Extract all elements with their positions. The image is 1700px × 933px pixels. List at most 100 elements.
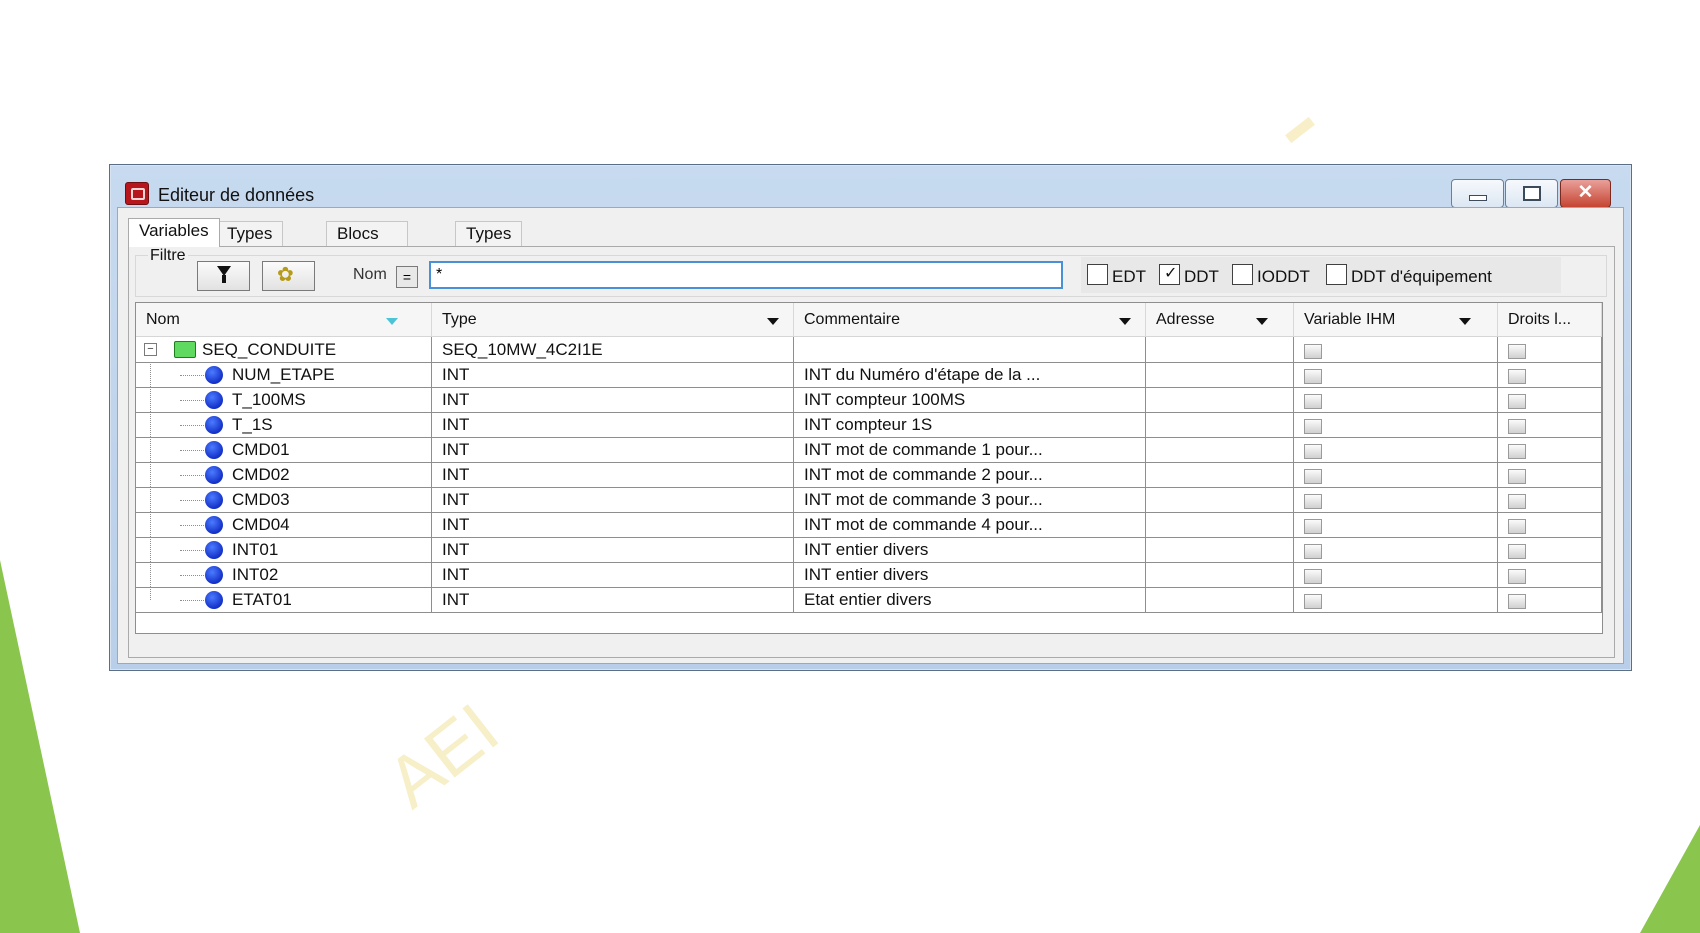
table-row-parent[interactable]: − SEQ_CONDUITE SEQ_10MW_4C2I1E [136, 337, 1602, 363]
ddt-equipement-checkbox[interactable] [1326, 264, 1347, 285]
cell-droits[interactable] [1498, 462, 1602, 487]
maximize-button[interactable] [1505, 179, 1558, 208]
cell-commentaire[interactable]: INT du Numéro d'étape de la ... [794, 362, 1146, 387]
cell-droits[interactable] [1498, 412, 1602, 437]
cell-nom[interactable]: CMD01 [136, 437, 432, 462]
cell-variable-ihm[interactable] [1294, 437, 1498, 462]
cell-variable-ihm[interactable] [1294, 562, 1498, 587]
cell-nom[interactable]: INT01 [136, 537, 432, 562]
cell-commentaire[interactable]: INT compteur 100MS [794, 387, 1146, 412]
cell-nom[interactable]: CMD03 [136, 487, 432, 512]
cell-commentaire[interactable]: INT entier divers [794, 537, 1146, 562]
cell-variable-ihm[interactable] [1294, 362, 1498, 387]
cell-type[interactable]: INT [432, 487, 794, 512]
edt-checkbox[interactable] [1087, 264, 1108, 285]
table-row[interactable]: CMD04 INT INT mot de commande 4 pour... [136, 512, 1602, 538]
cell-type[interactable]: INT [432, 587, 794, 612]
cell-adresse[interactable] [1146, 437, 1294, 462]
cell-commentaire[interactable]: INT mot de commande 3 pour... [794, 487, 1146, 512]
cell-type[interactable]: INT [432, 462, 794, 487]
ihm-checkbox[interactable] [1304, 344, 1322, 359]
cell-droits[interactable] [1498, 437, 1602, 462]
cell-adresse[interactable] [1146, 512, 1294, 537]
droits-checkbox[interactable] [1508, 519, 1526, 534]
column-header-commentaire[interactable]: Commentaire [794, 303, 1146, 336]
table-row[interactable]: ETAT01 INT Etat entier divers [136, 587, 1602, 613]
cell-droits[interactable] [1498, 537, 1602, 562]
dropdown-arrow-icon[interactable] [1256, 318, 1268, 325]
cell-droits[interactable] [1498, 487, 1602, 512]
dropdown-arrow-icon[interactable] [767, 318, 779, 325]
cell-adresse[interactable] [1146, 387, 1294, 412]
cell-type[interactable]: INT [432, 362, 794, 387]
ihm-checkbox[interactable] [1304, 419, 1322, 434]
cell-variable-ihm[interactable] [1294, 512, 1498, 537]
cell-droits[interactable] [1498, 387, 1602, 412]
cell-droits[interactable] [1498, 362, 1602, 387]
cell-type[interactable]: INT [432, 412, 794, 437]
ihm-checkbox[interactable] [1304, 519, 1322, 534]
cell-variable-ihm[interactable] [1294, 387, 1498, 412]
cell-type[interactable]: INT [432, 387, 794, 412]
column-header-variable-ihm[interactable]: Variable IHM [1294, 303, 1498, 336]
cell-commentaire[interactable]: INT mot de commande 2 pour... [794, 462, 1146, 487]
table-row[interactable]: INT01 INT INT entier divers [136, 537, 1602, 563]
cell-droits[interactable] [1498, 587, 1602, 612]
cell-adresse[interactable] [1146, 462, 1294, 487]
cell-variable-ihm[interactable] [1294, 462, 1498, 487]
ihm-checkbox[interactable] [1304, 544, 1322, 559]
cell-nom[interactable]: NUM_ETAPE [136, 362, 432, 387]
table-row[interactable]: T_1S INT INT compteur 1S [136, 412, 1602, 438]
cell-type[interactable]: SEQ_10MW_4C2I1E [432, 337, 794, 362]
cell-nom[interactable]: T_1S [136, 412, 432, 437]
droits-checkbox[interactable] [1508, 569, 1526, 584]
cell-nom[interactable]: CMD04 [136, 512, 432, 537]
collapse-toggle-icon[interactable]: − [144, 343, 157, 356]
ihm-checkbox[interactable] [1304, 469, 1322, 484]
column-header-droits[interactable]: Droits l... [1498, 303, 1602, 336]
droits-checkbox[interactable] [1508, 494, 1526, 509]
ioddt-checkbox[interactable] [1232, 264, 1253, 285]
table-row[interactable]: T_100MS INT INT compteur 100MS [136, 387, 1602, 413]
apply-filter-button[interactable] [197, 261, 250, 291]
cell-adresse[interactable] [1146, 562, 1294, 587]
cell-droits[interactable] [1498, 337, 1602, 362]
table-row[interactable]: CMD02 INT INT mot de commande 2 pour... [136, 462, 1602, 488]
tab-types-ddt[interactable]: Types DDT [216, 221, 284, 267]
cell-droits[interactable] [1498, 512, 1602, 537]
cell-adresse[interactable] [1146, 362, 1294, 387]
cell-type[interactable]: INT [432, 437, 794, 462]
droits-checkbox[interactable] [1508, 544, 1526, 559]
cell-nom[interactable]: ETAT01 [136, 587, 432, 612]
droits-checkbox[interactable] [1508, 594, 1526, 609]
cell-variable-ihm[interactable] [1294, 537, 1498, 562]
cell-variable-ihm[interactable] [1294, 487, 1498, 512]
cell-nom[interactable]: CMD02 [136, 462, 432, 487]
cell-adresse[interactable] [1146, 487, 1294, 512]
ihm-checkbox[interactable] [1304, 494, 1322, 509]
column-header-adresse[interactable]: Adresse [1146, 303, 1294, 336]
cell-variable-ihm[interactable] [1294, 337, 1498, 362]
cell-adresse[interactable] [1146, 337, 1294, 362]
droits-checkbox[interactable] [1508, 469, 1526, 484]
table-row[interactable]: CMD01 INT INT mot de commande 1 pour... [136, 437, 1602, 463]
dropdown-arrow-icon[interactable] [1459, 318, 1471, 325]
title-bar[interactable]: Editeur de données ✕ [110, 165, 1631, 208]
cell-nom[interactable]: INT02 [136, 562, 432, 587]
cell-variable-ihm[interactable] [1294, 412, 1498, 437]
droits-checkbox[interactable] [1508, 394, 1526, 409]
cell-type[interactable]: INT [432, 512, 794, 537]
ihm-checkbox[interactable] [1304, 369, 1322, 384]
tab-variables[interactable]: Variables [128, 218, 220, 247]
droits-checkbox[interactable] [1508, 369, 1526, 384]
cell-type[interactable]: INT [432, 562, 794, 587]
cell-adresse[interactable] [1146, 412, 1294, 437]
ihm-checkbox[interactable] [1304, 444, 1322, 459]
cell-commentaire[interactable]: INT mot de commande 1 pour... [794, 437, 1146, 462]
cell-commentaire[interactable] [794, 337, 1146, 362]
ddt-checkbox[interactable]: ✓ [1159, 264, 1180, 285]
droits-checkbox[interactable] [1508, 344, 1526, 359]
minimize-button[interactable] [1451, 179, 1504, 208]
table-row[interactable]: INT02 INT INT entier divers [136, 562, 1602, 588]
dropdown-arrow-icon[interactable] [1119, 318, 1131, 325]
